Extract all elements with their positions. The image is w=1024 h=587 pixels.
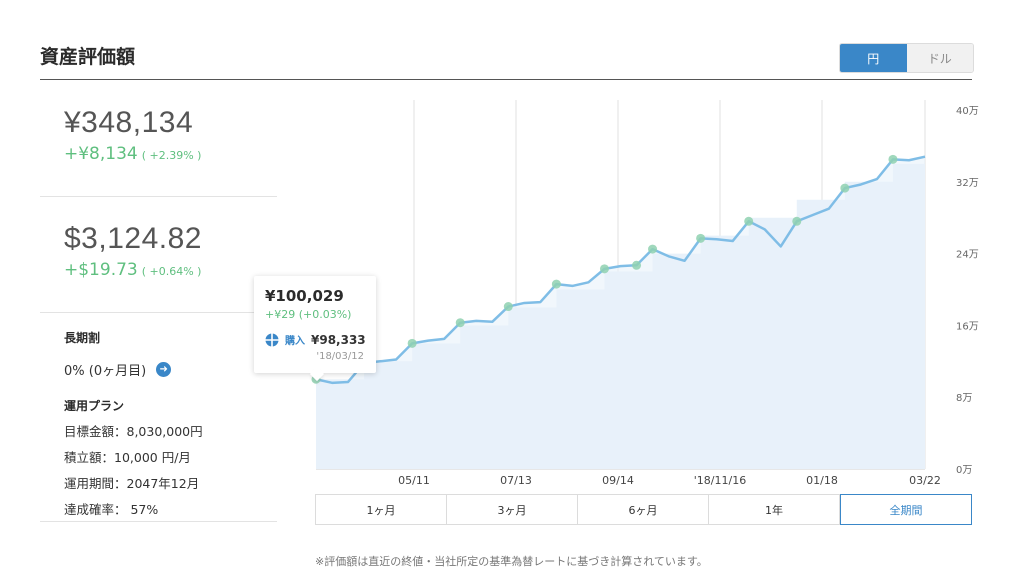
value-line — [315, 155, 926, 385]
invested-area — [316, 163, 925, 469]
purchase-icon — [265, 333, 279, 346]
purchase-marker-7 — [632, 260, 642, 270]
plan-probability: 達成確率： 57% — [64, 502, 159, 517]
long-term-label: 長期割 — [64, 331, 101, 345]
purchase-marker-11 — [792, 216, 802, 226]
tab-6-months[interactable]: 6ヶ月 — [578, 495, 709, 524]
purchase-marker-10 — [744, 216, 754, 226]
jpy-total-value: ¥348,134 — [64, 106, 194, 139]
tooltip-buy-label: 購入 — [285, 336, 305, 347]
long-term-row: 0% (0ヶ月目) ➜ — [64, 360, 277, 379]
page-title: 資産評価額 — [40, 46, 136, 68]
tooltip-buy-amount: ¥98,333 — [311, 332, 366, 347]
summary-panel: ¥348,134 +¥8,134( +2.39% ) $3,124.82 +$1… — [40, 80, 277, 522]
purchase-marker-8 — [648, 244, 658, 254]
usd-total-value: $3,124.82 — [64, 222, 202, 255]
period-tabs: 1ヶ月 3ヶ月 6ヶ月 1年 全期間 — [315, 494, 972, 525]
y-tick-label-2: 16万 — [956, 321, 979, 332]
y-tick-label-0: 0万 — [956, 465, 972, 476]
y-tick-label-3: 24万 — [956, 250, 979, 261]
plan-label: 運用プラン — [64, 399, 125, 413]
currency-usd-button[interactable]: ドル — [906, 44, 973, 72]
x-tick-label-2: 09/14 — [602, 474, 634, 487]
purchase-marker-4 — [503, 302, 513, 312]
purchase-marker-13 — [888, 154, 898, 164]
plan-info: 長期割 0% (0ヶ月目) ➜ 運用プラン 目標金額：8,030,000円 積立… — [40, 313, 277, 522]
x-tick-label-5: 03/22 — [909, 474, 941, 487]
tooltip-date: '18/03/12 — [316, 351, 364, 362]
plan-monthly-amount: 積立額：10,000 円/月 — [64, 450, 191, 465]
usd-summary: $3,124.82 +$19.73( +0.64% ) — [40, 197, 277, 313]
chart-tooltip: ¥100,029 +¥29 (+0.03%) 購入 ¥98,333 '18/03… — [254, 276, 376, 382]
x-tick-label-4: 01/18 — [806, 474, 838, 487]
purchase-marker-2 — [407, 338, 417, 348]
x-tick-label-3: '18/11/16 — [694, 474, 746, 487]
tab-1-year[interactable]: 1年 — [709, 495, 840, 524]
jpy-summary: ¥348,134 +¥8,134( +2.39% ) — [40, 80, 277, 197]
tooltip-value: ¥100,029 — [265, 287, 344, 305]
arrow-right-icon[interactable]: ➜ — [156, 362, 172, 377]
value-area — [316, 156, 925, 470]
y-tick-label-4: 32万 — [956, 178, 979, 189]
x-tick-label-1: 07/13 — [500, 474, 532, 487]
y-tick-label-1: 8万 — [956, 393, 972, 404]
long-term-value: 0% (0ヶ月目) — [64, 364, 147, 379]
currency-toggle[interactable]: 円 ドル — [839, 43, 974, 73]
footnote: ※評価額は直近の終値・当社所定の基準為替レートに基づき計算されています。 — [315, 555, 708, 568]
usd-change-pct: ( +0.64% ) — [141, 265, 202, 278]
tab-1-month[interactable]: 1ヶ月 — [316, 495, 447, 524]
tab-all-period[interactable]: 全期間 — [840, 494, 972, 525]
jpy-change: +¥8,134( +2.39% ) — [64, 144, 277, 164]
usd-change: +$19.73( +0.64% ) — [64, 260, 277, 280]
jpy-change-pct: ( +2.39% ) — [141, 149, 202, 162]
jpy-change-amount: +¥8,134 — [64, 144, 138, 164]
tab-3-months[interactable]: 3ヶ月 — [447, 495, 578, 524]
x-tick-label-0: 05/11 — [398, 474, 430, 487]
purchase-marker-5 — [551, 279, 561, 289]
plan-target-amount: 目標金額：8,030,000円 — [64, 424, 203, 439]
purchase-marker-12 — [840, 183, 850, 193]
tooltip-change: +¥29 (+0.03%) — [265, 308, 352, 321]
currency-jpy-button[interactable]: 円 — [840, 44, 907, 72]
y-tick-label-5: 40万 — [956, 106, 979, 117]
tooltip-buy-row: 購入 ¥98,333 — [265, 332, 366, 347]
purchase-marker-6 — [599, 264, 609, 274]
tooltip-caret — [309, 366, 325, 382]
plan-period: 運用期間：2047年12月 — [64, 476, 200, 491]
purchase-marker-9 — [696, 233, 706, 243]
usd-change-amount: +$19.73 — [64, 260, 138, 280]
purchase-marker-3 — [455, 318, 465, 328]
